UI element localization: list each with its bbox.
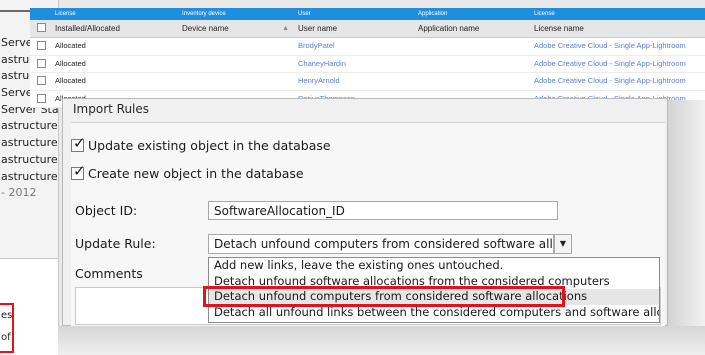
col-application-name[interactable]: Application name (415, 20, 531, 37)
cell-application (415, 56, 531, 73)
group-license-2: License (534, 11, 555, 17)
cell-user-link[interactable]: HenryArnold (295, 73, 415, 90)
update-rule-dropdown-list: Add new links, leave the existing ones u… (208, 257, 660, 323)
cell-user-link[interactable]: ChaneyHardin (295, 56, 415, 73)
object-id-input[interactable]: SoftwareAllocation_ID (208, 201, 558, 220)
shadow-decoration (668, 100, 705, 355)
dropdown-option[interactable]: Detach all unfound links between the con… (209, 305, 659, 321)
dropdown-arrow-icon[interactable]: ▼ (554, 234, 572, 254)
group-user: User (298, 11, 311, 17)
row-checkbox[interactable] (37, 41, 46, 50)
table-row[interactable]: Allocated BrodyPatel Adobe Creative Clou… (30, 38, 705, 56)
cell-device (179, 73, 295, 90)
dialog-body: ✓ Update existing object in the database… (71, 122, 665, 326)
update-rule-label: Update Rule: (75, 236, 156, 251)
tree-item[interactable]: astructure Se (0, 118, 58, 135)
create-new-option[interactable]: ✓ Create new object in the database (71, 162, 304, 181)
row-checkbox-cell (30, 73, 52, 90)
comments-label: Comments (75, 266, 143, 281)
cell-license-link[interactable]: Adobe Creative Cloud - Single App-Lightr… (531, 73, 705, 90)
cell-user-link[interactable]: BrodyPatel (295, 38, 415, 55)
col-installed-allocated[interactable]: Installed/Allocated (52, 20, 179, 37)
col-license-name[interactable]: License name (531, 20, 705, 37)
row-checkbox-cell (30, 91, 52, 108)
tree-item[interactable]: astructure Se (0, 152, 58, 169)
select-all-checkbox[interactable] (37, 23, 46, 32)
group-application: Application (418, 11, 448, 17)
cell-status: Allocated (55, 41, 86, 50)
cell-device (179, 56, 295, 73)
tree-item[interactable]: astructure Se (0, 135, 58, 152)
row-checkbox-cell (30, 56, 52, 73)
tree-item[interactable]: - 2012 (0, 185, 58, 202)
dropdown-option[interactable]: Add new links, leave the existing ones u… (209, 258, 659, 274)
dropdown-option[interactable]: Detach unfound software allocations from… (209, 274, 659, 290)
table-row[interactable]: Allocated HenryArnold Adobe Creative Clo… (30, 73, 705, 91)
tree-item[interactable]: astructure Se (0, 169, 58, 186)
cell-application (415, 38, 531, 55)
checkmark-icon: ✓ (73, 134, 86, 152)
group-inventory-device: Inventory device (182, 11, 226, 17)
cell-application (415, 73, 531, 90)
dialog-title: Import Rules (73, 102, 150, 116)
row-checkbox[interactable] (37, 76, 46, 85)
allocations-grid: License Inventory device User Applicatio… (30, 8, 705, 108)
create-new-checkbox[interactable]: ✓ (71, 162, 86, 180)
sort-ascending-icon[interactable]: ▲ (282, 20, 289, 37)
grid-column-header: Installed/Allocated Device name ▲ User na… (30, 20, 705, 38)
col-device-name: Device name (182, 24, 229, 33)
update-rule-select[interactable]: Detach unfound computers from considered… (208, 234, 554, 254)
col-user-name[interactable]: User name (295, 20, 415, 37)
row-checkbox[interactable] (37, 93, 46, 103)
update-existing-checkbox[interactable]: ✓ (71, 134, 86, 152)
update-existing-option[interactable]: ✓ Update existing object in the database (71, 134, 331, 153)
create-new-label[interactable]: Create new object in the database (88, 166, 304, 181)
grid-group-header: License Inventory device User Applicatio… (30, 8, 705, 20)
cell-status: Allocated (55, 58, 86, 68)
shadow-decoration (58, 326, 705, 355)
cell-license-link[interactable]: Adobe Creative Cloud - Single App-Lightr… (531, 38, 705, 55)
left-lower-item[interactable]: of (0, 327, 12, 349)
group-license: License (55, 11, 76, 17)
table-row[interactable]: Allocated ChaneyHardin Adobe Creative Cl… (30, 55, 705, 73)
row-checkbox-cell (30, 38, 52, 55)
select-all-cell (30, 20, 52, 37)
update-existing-label[interactable]: Update existing object in the database (88, 138, 331, 153)
row-checkbox[interactable] (37, 58, 46, 68)
col-device-name-cell[interactable]: Device name ▲ (179, 20, 295, 37)
dropdown-option-highlighted[interactable]: Detach unfound computers from considered… (209, 289, 659, 305)
left-lower-item[interactable]: es (0, 305, 12, 327)
object-id-label: Object ID: (75, 203, 138, 218)
left-highlight-box: es of (0, 303, 14, 353)
checkmark-icon: ✓ (73, 162, 86, 180)
cell-device (179, 38, 295, 55)
cell-status: Allocated (55, 76, 86, 85)
cell-license-link[interactable]: Adobe Creative Cloud - Single App-Lightr… (531, 56, 705, 73)
import-rules-dialog: Import Rules ✓ Update existing object in… (62, 98, 668, 326)
